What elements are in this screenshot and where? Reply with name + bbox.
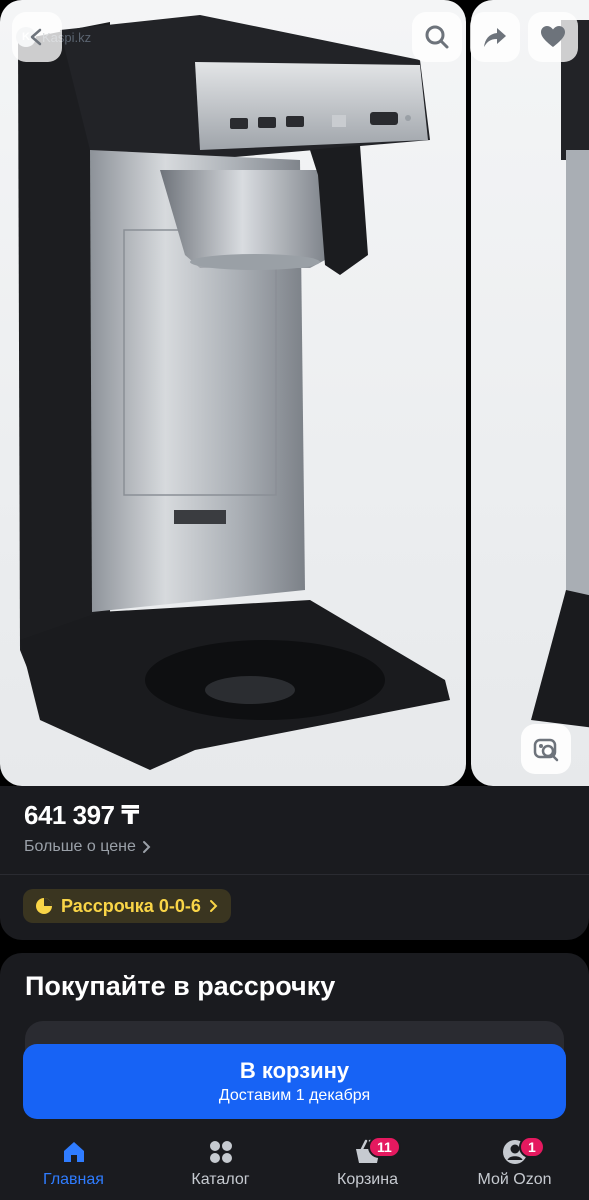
nav-item-catalog[interactable]: Каталог [147,1128,294,1200]
coffee-machine-image-next [531,20,589,728]
delivery-date: Доставим 1 декабря [218,1087,371,1104]
pie-chart-icon [36,898,52,914]
search-button[interactable] [412,12,462,62]
product-gallery[interactable]: K Kaspi.kz [0,0,589,786]
nav-item-cart[interactable]: 11 Корзина [294,1128,441,1200]
share-button[interactable] [470,12,520,62]
catalog-grid-icon [209,1141,232,1163]
share-icon [484,28,506,47]
back-button[interactable] [12,12,62,62]
search-icon [425,25,449,49]
home-icon [63,1142,84,1162]
add-to-cart-label: В корзину [239,1058,350,1083]
nav-item-home[interactable]: Главная [0,1128,147,1200]
add-to-cart-button[interactable]: В корзину Доставим 1 декабря [23,1044,566,1119]
nav-label-catalog: Каталог [191,1171,250,1188]
nav-label-cart: Корзина [337,1171,398,1188]
coffee-machine-image [18,15,450,770]
image-search-icon [533,738,559,762]
product-price: 641 397 ₸ [24,800,139,830]
more-about-price-label: Больше о цене [24,838,136,855]
heart-icon [541,26,565,47]
nav-label-profile: Мой Ozon [477,1171,552,1188]
installment-section-title: Покупайте в рассрочку [25,971,336,1001]
back-arrow-icon [30,28,42,46]
divider [0,874,589,875]
chevron-right-icon [142,841,151,853]
installment-badge-label: Рассрочка 0-0-6 [61,895,201,916]
price-section: 641 397 ₸ Больше о цене Рассрочка 0-0-6 [0,786,589,940]
chevron-right-icon [209,900,218,912]
image-search-button[interactable] [521,724,571,774]
more-about-price-link[interactable]: Больше о цене [24,838,152,856]
nav-label-home: Главная [43,1171,104,1188]
product-image-next[interactable] [471,0,589,786]
product-image-main[interactable]: K Kaspi.kz [0,0,466,786]
nav-item-profile[interactable]: 1 Мой Ozon [441,1128,588,1200]
bottom-navigation: Главная Каталог 11 Корзина 1 Мой Ozon [0,1128,589,1200]
profile-notification-badge: 1 [519,1136,545,1158]
cart-count-badge: 11 [368,1136,401,1158]
favorite-button[interactable] [528,12,578,62]
installment-badge[interactable]: Рассрочка 0-0-6 [23,889,231,923]
